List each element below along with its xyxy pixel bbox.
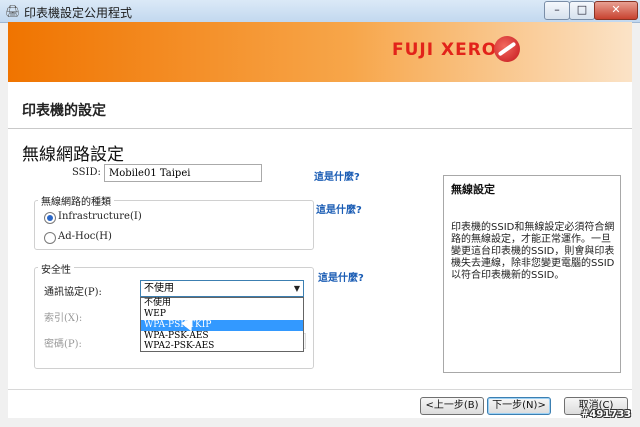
password-label: 密碼(P): <box>44 339 82 350</box>
dropdown-option-highlighted[interactable]: WPA-PSK-TKIP <box>141 320 303 331</box>
infrastructure-radio[interactable] <box>44 212 56 224</box>
protocol-dropdown-list[interactable]: 不使用 WEP WPA-PSK-TKIP WPA-PSK-AES WPA2-PS… <box>140 297 304 352</box>
security-help-link[interactable]: 這是什麼? <box>318 269 364 284</box>
section-title: 無線網路設定 <box>22 145 124 165</box>
adhoc-radio[interactable] <box>44 232 56 244</box>
protocol-selected-value: 不使用 <box>144 283 174 294</box>
protocol-select[interactable]: 不使用 ▼ <box>140 280 304 297</box>
infrastructure-label: Infrastructure(I) <box>58 211 142 222</box>
fuji-xerox-logo-text: FUJI XEROX <box>392 40 511 60</box>
index-label: 索引(X): <box>44 313 83 324</box>
brand-banner <box>8 22 632 82</box>
title-bar: 🖨 印表機設定公用程式 – □ ✕ <box>0 0 640 23</box>
network-type-help-link[interactable]: 這是什麼? <box>316 201 362 216</box>
network-type-title: 無線網路的種類 <box>38 193 114 208</box>
footer-divider <box>8 389 632 390</box>
page-title: 印表機的設定 <box>22 103 106 119</box>
fuji-xerox-logo-icon <box>494 36 520 62</box>
back-button[interactable]: <上一步(B) <box>420 397 484 415</box>
info-title: 無線設定 <box>451 183 495 196</box>
protocol-label: 通訊協定(P): <box>44 287 102 298</box>
dropdown-option[interactable]: 不使用 <box>141 298 303 309</box>
dropdown-option[interactable]: WPA2-PSK-AES <box>141 341 303 352</box>
next-button[interactable]: 下一步(N)> <box>487 397 551 415</box>
info-text: 印表機的SSID和無線設定必須符合網路的無線設定，才能正常運作。一旦變更這台印表… <box>451 222 615 281</box>
window-title: 印表機設定公用程式 <box>24 6 133 20</box>
maximize-button[interactable]: □ <box>569 1 595 20</box>
chevron-down-icon: ▼ <box>293 284 300 293</box>
ssid-help-link[interactable]: 這是什麼? <box>314 168 360 183</box>
adhoc-label: Ad-Hoc(H) <box>58 231 112 242</box>
minimize-button[interactable]: – <box>544 1 570 20</box>
ssid-label: SSID: <box>72 167 101 178</box>
printer-app-icon: 🖨 <box>5 4 21 18</box>
ssid-input[interactable]: Mobile01 Taipei <box>104 164 262 182</box>
title-divider <box>8 128 632 129</box>
watermark-text: #491733 <box>581 409 632 420</box>
close-button[interactable]: ✕ <box>594 1 638 20</box>
security-title: 安全性 <box>38 261 74 276</box>
dropdown-option[interactable]: WEP <box>141 309 303 320</box>
app-window: 🖨 印表機設定公用程式 – □ ✕ FUJI XEROX 印表機的設定 無線網路… <box>0 0 640 427</box>
